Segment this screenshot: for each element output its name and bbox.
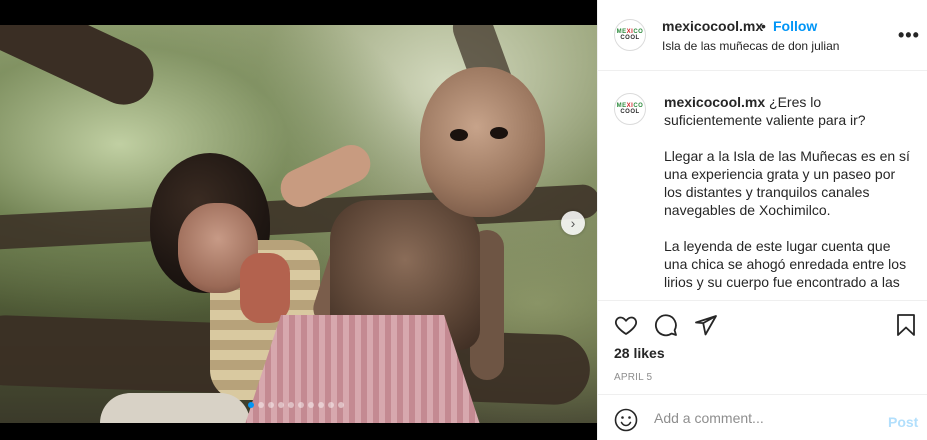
avatar[interactable]: MEXICO COOL xyxy=(614,19,646,51)
doll-head xyxy=(420,67,545,217)
post-caption: mexicocool.mx ¿Eres lo suficientemente v… xyxy=(664,93,914,300)
post-sidebar: MEXICO COOL mexicocool.mx • Follow Isla … xyxy=(597,0,927,440)
carousel-dot xyxy=(328,402,334,408)
post-header: MEXICO COOL mexicocool.mx • Follow Isla … xyxy=(598,0,927,71)
comment-input[interactable] xyxy=(654,407,874,429)
carousel-dot xyxy=(298,402,304,408)
carousel-dot xyxy=(248,402,254,408)
post-location[interactable]: Isla de las muñecas de don julian xyxy=(662,39,839,53)
caption-section: MEXICO COOL mexicocool.mx ¿Eres lo sufic… xyxy=(598,71,927,300)
post-photo[interactable] xyxy=(0,25,597,423)
caption-paragraph: mexicocool.mx ¿Eres lo suficientemente v… xyxy=(664,93,914,129)
doll-eye xyxy=(450,129,468,141)
doll-eye xyxy=(490,127,508,139)
post-username[interactable]: mexicocool.mx xyxy=(662,18,763,34)
avatar-logo-text: COOL xyxy=(620,109,640,115)
heart-icon[interactable] xyxy=(614,313,638,342)
doll-arm xyxy=(240,253,290,323)
post-actions: 28 likes APRIL 5 xyxy=(598,300,927,394)
separator-dot: • xyxy=(761,18,766,34)
carousel-dot xyxy=(278,402,284,408)
carousel-dot xyxy=(288,402,294,408)
more-icon[interactable]: ••• xyxy=(898,25,920,46)
avatar-logo-text: COOL xyxy=(620,35,640,41)
carousel-dot xyxy=(308,402,314,408)
comment-bar: Post xyxy=(598,394,927,440)
likes-count[interactable]: 28 likes xyxy=(614,345,665,361)
doll-body xyxy=(100,393,250,423)
chevron-right-icon[interactable]: › xyxy=(561,211,585,235)
tree-branch xyxy=(0,25,164,115)
carousel-dot xyxy=(318,402,324,408)
bookmark-icon[interactable] xyxy=(894,313,918,342)
caption-paragraph: Llegar a la Isla de las Muñecas es en sí… xyxy=(664,148,910,218)
post-comment-button[interactable]: Post xyxy=(888,414,918,430)
caption-paragraph: La leyenda de este lugar cuenta que una … xyxy=(664,238,907,290)
share-icon[interactable] xyxy=(694,313,718,342)
emoji-icon[interactable] xyxy=(614,408,638,437)
comment-icon[interactable] xyxy=(654,313,678,342)
carousel-dot xyxy=(258,402,264,408)
post-media: › xyxy=(0,0,597,440)
follow-button[interactable]: Follow xyxy=(773,18,817,34)
post-date[interactable]: APRIL 5 xyxy=(614,372,652,383)
caption-username[interactable]: mexicocool.mx xyxy=(664,94,765,110)
carousel-dot xyxy=(338,402,344,408)
carousel-dot xyxy=(268,402,274,408)
carousel-dots xyxy=(248,402,344,408)
avatar[interactable]: MEXICO COOL xyxy=(614,93,646,125)
